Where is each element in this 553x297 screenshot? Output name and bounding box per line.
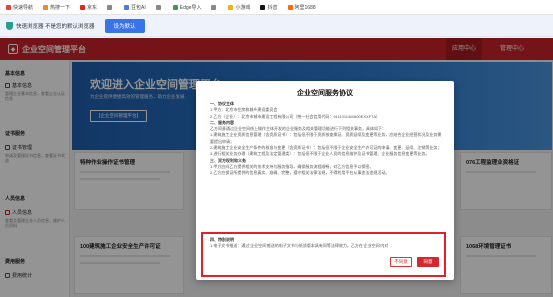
bookmark-icon xyxy=(124,4,130,10)
bookmark-label: 快速导航 xyxy=(13,4,34,11)
bookmark-icon xyxy=(172,4,178,10)
bookmark-label: 京东 xyxy=(87,4,98,11)
bookmark-item[interactable]: 热搜一下 xyxy=(43,4,70,11)
bookmark-label: 豆包AI xyxy=(131,4,146,11)
bookmark-icon xyxy=(6,4,11,10)
bookmark-icon xyxy=(211,4,217,10)
bookmark-item[interactable]: 抖音 xyxy=(260,4,278,11)
section-line: 3.进行相关业务办理（建筑工程及法定管理类）：包括但不限于企业人员的信息维护及证… xyxy=(210,151,430,157)
section-line: 1.电子文书推送：通过'企业空间'推送的电子文书与纸质版本具有同等法律效力。乙方… xyxy=(210,243,389,248)
bookmark-icon xyxy=(43,4,49,10)
bookmark-label: Edge导入 xyxy=(179,4,202,11)
service-agreement-dialog: 企业空间服务协议 一、协议主体 1.甲方：北京市住房和城乡建设委员会 2.乙方（… xyxy=(196,81,454,280)
bookmarks-bar: 快速导航 热搜一下 京东 豆包AI Edge导入 小游戏 抖音 阿里1688 xyxy=(0,0,553,15)
default-browser-message: 快速浏览器 不是您的默认浏览器 xyxy=(16,23,95,30)
bookmark-label: 小游戏 xyxy=(235,4,251,11)
bookmark-icon xyxy=(260,4,266,10)
bookmark-item[interactable] xyxy=(211,4,218,10)
highlight-text: 四、特别说明 1.电子文书推送：通过'企业空间'推送的电子文书与纸质版本具有同等… xyxy=(210,237,442,249)
agreement-body[interactable]: 一、协议主体 1.甲方：北京市住房和城乡建设委员会 2.乙方（企业）：北京市城市… xyxy=(210,101,442,251)
bookmark-icon xyxy=(107,4,113,10)
bookmark-icon xyxy=(228,4,234,10)
section-line: 1.建筑施工企业资质信息管理（含资质证书）：包括但不限于资质核查换证、资质延续及… xyxy=(210,132,442,144)
section-line: 2.乙方应保证所提供的信息真实、准确、完整，遵守相关法律法规，不得利用平台从事违… xyxy=(210,170,390,176)
bookmark-icon xyxy=(80,4,86,10)
bookmark-label: 抖音 xyxy=(267,4,278,11)
bookmark-label: 阿里1688 xyxy=(294,4,316,11)
bookmark-icon xyxy=(155,4,161,10)
bookmark-item[interactable]: 小游戏 xyxy=(228,4,250,11)
set-default-button[interactable]: 设为默认 xyxy=(104,18,145,33)
disagree-button[interactable]: 不同意 xyxy=(390,257,412,267)
shield-icon xyxy=(6,21,13,30)
bookmark-label: 热搜一下 xyxy=(50,4,71,11)
bookmark-item[interactable] xyxy=(155,4,163,10)
bookmark-item[interactable] xyxy=(107,4,114,10)
default-browser-bar: 快速浏览器 不是您的默认浏览器 设为默认 xyxy=(0,15,553,37)
bookmark-item[interactable]: 豆包AI xyxy=(124,4,146,11)
bookmark-item[interactable]: Edge导入 xyxy=(172,4,202,11)
dialog-title: 企业空间服务协议 xyxy=(297,90,353,97)
agree-button[interactable]: 同意 xyxy=(417,257,439,267)
bookmark-item[interactable]: 京东 xyxy=(80,4,97,11)
bookmark-icon xyxy=(287,4,293,10)
bookmark-item[interactable]: 快速导航 xyxy=(6,4,33,11)
bookmark-item[interactable]: 阿里1688 xyxy=(287,4,316,11)
